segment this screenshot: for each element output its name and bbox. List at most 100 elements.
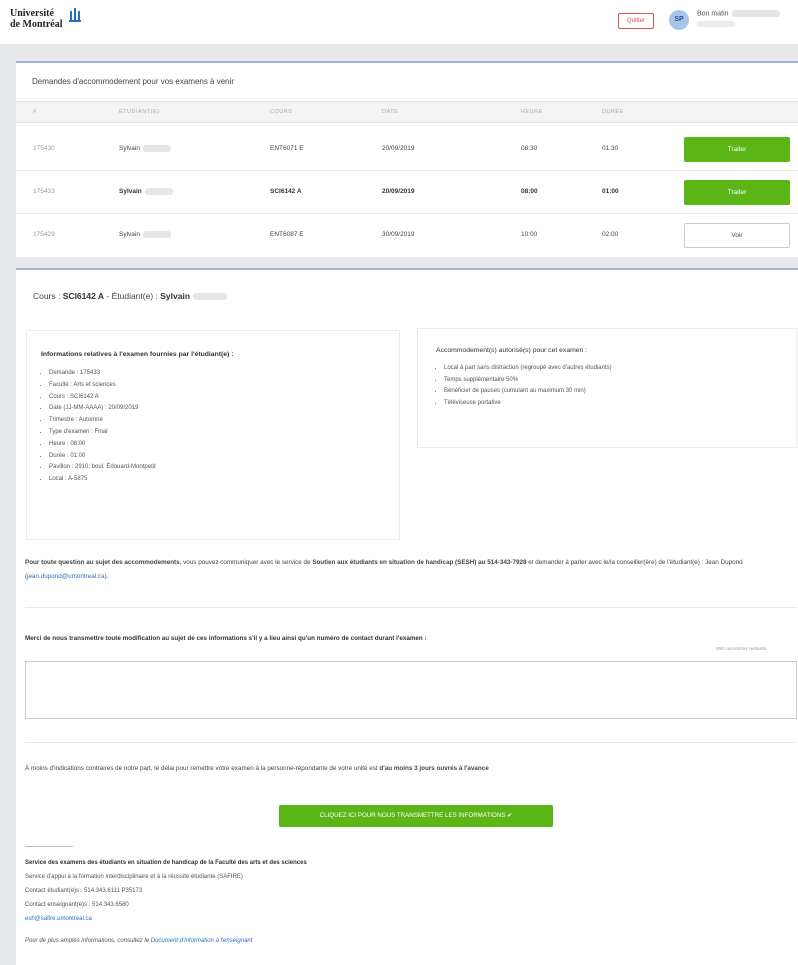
row-duration: 01:30 [602,145,619,152]
col-header-date: DATE [382,109,399,115]
top-bar: Université de Montréal Quitter SP Bon ma… [0,0,798,44]
table-header: # ÉTUDIANT(E) COURS DATE HEURE DURÉE [16,101,798,123]
quit-button[interactable]: Quitter [618,13,654,29]
logo-line-1: Université [10,8,54,19]
contact-text: , vous pouvez communiquer avec le servic… [179,559,313,566]
university-logo[interactable]: Université de Montréal [10,8,81,30]
exam-info-title: Informations relatives à l'examen fourni… [41,351,234,358]
blurred-surname [142,145,171,152]
contact-service: Soutien aux étudiants en situation de ha… [312,559,527,566]
greeting-text: Bon matin [697,10,729,18]
footer-divider [25,846,73,847]
list-item: Local : A-5875 [49,474,156,486]
comment-prompt: Merci de nous transmettre toute modifica… [25,635,427,642]
blurred-surname [144,188,173,195]
col-header-time: HEURE [521,109,543,115]
col-header-course: COURS [270,109,293,115]
list-item: Durée : 01:00 [49,451,156,463]
row-course: ENT6087 E [270,231,304,238]
row-id: 175433 [33,188,55,195]
logo-line-2: de Montréal [10,19,63,30]
logo-mark-icon [69,8,81,22]
row-student-name: Sylvain [119,145,140,153]
view-button[interactable]: Voir [684,223,790,248]
list-item: Téléviseuse portative [444,398,612,410]
process-button[interactable]: Traiter [684,180,790,205]
list-item: Local à part sans distraction (regroupé … [444,363,612,375]
avatar[interactable]: SP [669,10,689,30]
row-student: Sylvain [119,231,171,238]
list-item: Type d'examen : Final [49,427,156,439]
contact-bold: Pour toute question au sujet des accommo… [25,559,180,566]
col-header-id: # [33,109,37,115]
row-time: 08:30 [521,145,538,152]
list-item: Faculté : Arts et sciences [49,380,156,392]
list-item: Demande : 175433 [49,368,156,380]
blurred-surname [193,293,228,301]
list-item: Bénéficier de pauses (cumulant au maximu… [444,386,612,398]
row-id: 175430 [33,145,55,152]
row-id: 175429 [33,231,55,238]
info-document-link[interactable]: Document d'information à l'enseignant [151,938,253,944]
course-prefix: Cours : [33,291,63,301]
col-header-student: ÉTUDIANT(E) [119,109,160,115]
divider [25,607,797,608]
submit-button[interactable]: CLIQUEZ ICI POUR NOUS TRANSMETTRE LES IN… [279,805,553,827]
process-button[interactable]: Traiter [684,137,790,162]
delay-text: À moins d'indications contraires de notr… [25,765,380,772]
blurred-surname [142,231,171,238]
course-title: Cours : SCI6142 A - Étudiant(e) : Sylvai… [33,291,228,301]
row-student: Sylvain [119,145,171,152]
row-date: 30/09/2019 [382,231,415,238]
blurred-user-name [731,10,780,17]
row-student-name: Sylvain [119,188,142,196]
course-code: SCI6142 A [62,291,105,301]
table-row: 175433 Sylvain SCI6142 A 20/09/2019 08:0… [16,172,798,214]
exam-info-box: Informations relatives à l'examen fourni… [26,330,400,540]
exam-info-list: Demande : 175433 Faculté : Arts et scien… [49,368,156,486]
row-date: 20/09/2019 [382,188,415,195]
student-name: Sylvain [160,291,191,301]
footer-note-prefix: Pour de plus amples informations, consul… [25,938,151,944]
col-header-duration: DURÉE [602,109,624,115]
footer-email-link[interactable]: esh@safire.umontreal.ca [25,916,92,922]
footer-line: Service d'appui à la formation interdisc… [25,874,243,880]
footer: Service des examens des étudiants en sit… [25,856,795,948]
footer-note: Pour de plus amples informations, consul… [25,934,795,948]
chars-remaining: 250 caractères restants [716,647,767,652]
row-duration: 02:00 [602,231,619,238]
row-date: 20/09/2019 [382,145,415,152]
details-panel: Cours : SCI6142 A - Étudiant(e) : Sylvai… [16,268,798,965]
row-duration: 01:00 [602,188,619,195]
advisor-email-link[interactable]: jean.dupond@umontreal.ca [27,573,104,580]
list-item: Date (JJ-MM-AAAA) : 20/09/2019 [49,403,156,415]
student-prefix: - Étudiant(e) : [104,291,161,301]
row-course: ENT6071 E [270,145,304,152]
footer-line: Contact étudiant(e)s : 514.343.6111 P351… [25,888,143,894]
row-time: 10:00 [521,231,538,238]
accommodations-box: Accommodement(s) autorisé(s) pour cet ex… [417,328,797,448]
greeting: Bon matin [697,10,780,17]
contact-text-3: ). [104,573,109,580]
comment-textarea[interactable] [25,661,797,719]
row-student-name: Sylvain [119,231,140,239]
contact-paragraph: Pour toute question au sujet des accommo… [25,556,795,584]
table-row: 175429 Sylvain ENT6087 E 30/09/2019 10:0… [16,215,798,257]
list-item: Pavillon : 2910, boul. Édouard-Montpetit [49,462,156,474]
list-item: Trimestre : Automne [49,415,156,427]
requests-title: Demandes d'accommodement pour vos examen… [32,77,235,86]
footer-line: Contact enseignant(e)s : 514.343.6580 [25,902,129,908]
requests-panel: Demandes d'accommodement pour vos examen… [16,61,798,257]
accommodations-list: Local à part sans distraction (regroupé … [444,363,612,409]
divider [25,742,797,743]
accommodations-title: Accommodement(s) autorisé(s) pour cet ex… [436,347,588,354]
row-time: 08:00 [521,188,538,195]
footer-service: Service des examens des étudiants en sit… [25,860,307,866]
delay-bold: d'au moins 3 jours ouvrés à l'avance [379,765,489,772]
list-item: Cours : SCI6142 A [49,392,156,404]
table-row: 175430 Sylvain ENT6071 E 20/09/2019 08:3… [16,129,798,171]
list-item: Temps supplémentaire 50% [444,375,612,387]
row-course: SCI6142 A [270,188,302,195]
row-student: Sylvain [119,188,173,195]
delay-paragraph: À moins d'indications contraires de notr… [25,762,795,776]
